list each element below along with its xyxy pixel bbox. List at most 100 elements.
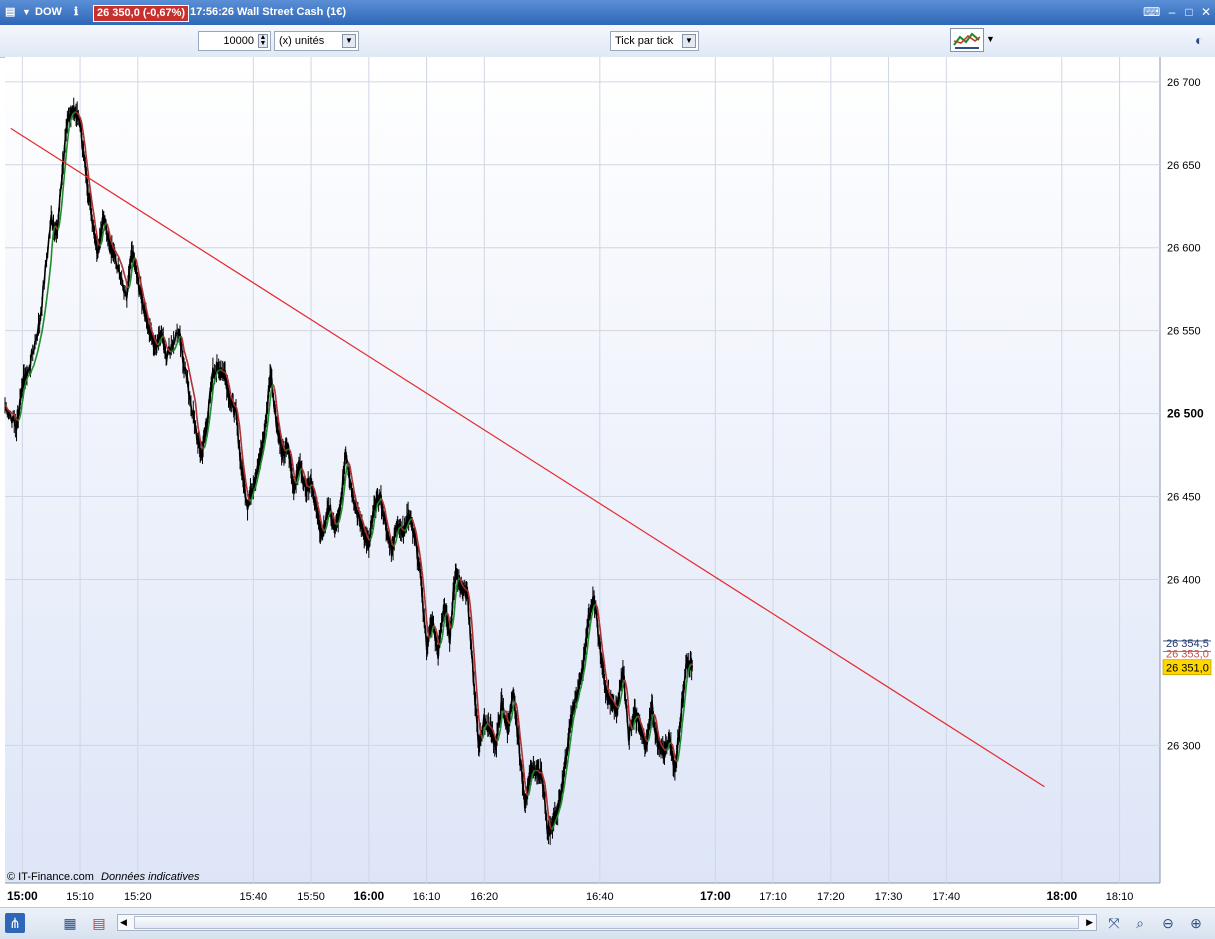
period-select[interactable]: Tick par tick ▼ [610, 31, 699, 51]
unit-select[interactable]: (x) unités ▼ [274, 31, 359, 51]
ma-segment [67, 143, 68, 149]
ma-segment [233, 401, 234, 403]
ma-segment [438, 641, 439, 643]
ma-segment [285, 450, 286, 451]
ma-segment [310, 487, 311, 488]
ma-segment [19, 416, 20, 418]
chevron-down-icon[interactable]: ▼ [22, 0, 31, 25]
ma-segment [477, 691, 478, 699]
ma-segment [583, 677, 584, 679]
ma-segment [415, 528, 416, 530]
ma-segment [231, 397, 232, 398]
info-icon[interactable]: ℹ [74, 0, 78, 25]
ma-segment [650, 730, 651, 734]
ma-segment [475, 669, 476, 676]
ma-segment [201, 442, 202, 445]
scroll-right-icon[interactable]: ▶ [1086, 915, 1093, 930]
ma-segment [663, 748, 664, 749]
ma-segment [610, 696, 611, 697]
ma-segment [500, 724, 501, 728]
ma-segment [408, 523, 409, 525]
scroll-thumb[interactable] [134, 916, 1079, 929]
ma-segment [270, 396, 271, 401]
ma-segment [182, 337, 183, 339]
share-icon[interactable]: ⋔ [5, 913, 25, 933]
close-button[interactable]: ✕ [1198, 5, 1214, 19]
ma-segment [99, 244, 100, 245]
ma-segment [622, 689, 623, 693]
zoom-fit-icon[interactable]: ⌕ [1130, 913, 1150, 933]
ma-segment [58, 229, 59, 230]
ma-segment [64, 174, 65, 181]
stepper-arrows-icon[interactable]: ▲▼ [258, 34, 268, 48]
symbol-label[interactable]: DOW [35, 0, 62, 25]
menu-icon[interactable]: ▤ [5, 0, 15, 25]
ma-segment [489, 724, 490, 726]
ma-segment [565, 780, 566, 784]
ma-segment [501, 719, 502, 724]
ma-segment [412, 519, 413, 520]
chevron-down-icon[interactable]: ▼ [342, 34, 356, 48]
ma-segment [405, 530, 406, 531]
ma-segment [522, 757, 523, 762]
ma-segment [554, 823, 555, 825]
ma-segment [485, 727, 486, 728]
ma-segment [403, 529, 404, 530]
ma-segment [457, 584, 458, 588]
x-tick-label: 15:20 [124, 891, 152, 903]
quantity-stepper[interactable]: 10000 ▲▼ [198, 31, 271, 51]
keyboard-icon[interactable]: ⌨ [1143, 5, 1159, 19]
horizontal-scrollbar[interactable]: ◀ ▶ [117, 914, 1097, 931]
ma-segment [313, 485, 314, 487]
ma-segment [103, 230, 104, 233]
ma-segment [263, 453, 264, 456]
ma-segment [216, 375, 217, 376]
maximize-button[interactable]: □ [1181, 5, 1197, 19]
order-book-icon[interactable]: ▤ [89, 913, 109, 933]
ma-segment [245, 473, 246, 477]
ma-segment [488, 723, 489, 724]
ma-segment [341, 510, 342, 513]
fit-chart-icon[interactable]: ⤧ [1104, 913, 1124, 933]
ma-segment [645, 736, 646, 738]
ma-segment [230, 388, 231, 392]
x-tick-label: 17:00 [700, 889, 731, 903]
ma-segment [590, 623, 591, 627]
ma-segment [144, 299, 145, 302]
chevron-down-icon[interactable]: ▼ [986, 34, 995, 44]
ma-segment [377, 504, 378, 507]
zoom-out-icon[interactable]: ⊖ [1158, 913, 1178, 933]
ma-segment [315, 492, 316, 495]
ma-segment [544, 780, 545, 782]
ma-segment [608, 687, 609, 690]
ma-segment [602, 642, 603, 647]
ma-segment [437, 633, 438, 637]
ma-segment [184, 350, 185, 354]
ma-segment [529, 789, 530, 792]
ma-segment [513, 705, 514, 708]
ma-segment [543, 775, 544, 777]
ma-segment [544, 781, 545, 784]
minimize-button[interactable]: – [1164, 5, 1180, 19]
indicators-button[interactable] [950, 28, 984, 52]
ma-segment [321, 520, 322, 523]
side-panel-toggle-icon[interactable]: ◐ [1195, 29, 1213, 51]
ma-segment [368, 537, 369, 538]
ma-segment [24, 388, 25, 391]
ma-segment [290, 450, 291, 451]
ma-segment [20, 414, 21, 416]
layout-icon[interactable]: ▦ [60, 913, 80, 933]
scroll-left-icon[interactable]: ◀ [120, 915, 127, 930]
zoom-in-icon[interactable]: ⊕ [1186, 913, 1206, 933]
chevron-down-icon[interactable]: ▼ [682, 34, 696, 48]
instrument-title: Wall Street Cash (1€) [237, 0, 346, 25]
ma-segment [144, 297, 145, 299]
ma-segment [527, 795, 528, 796]
y-tick-label: 26 500 [1167, 407, 1204, 421]
ma-segment [524, 775, 525, 781]
ma-segment [340, 516, 341, 519]
price-chart[interactable]: 15:0015:1015:2015:4015:5016:0016:1016:20… [0, 57, 1215, 907]
ma-segment [358, 508, 359, 509]
ma-segment [648, 741, 649, 742]
ma-segment [383, 503, 384, 505]
